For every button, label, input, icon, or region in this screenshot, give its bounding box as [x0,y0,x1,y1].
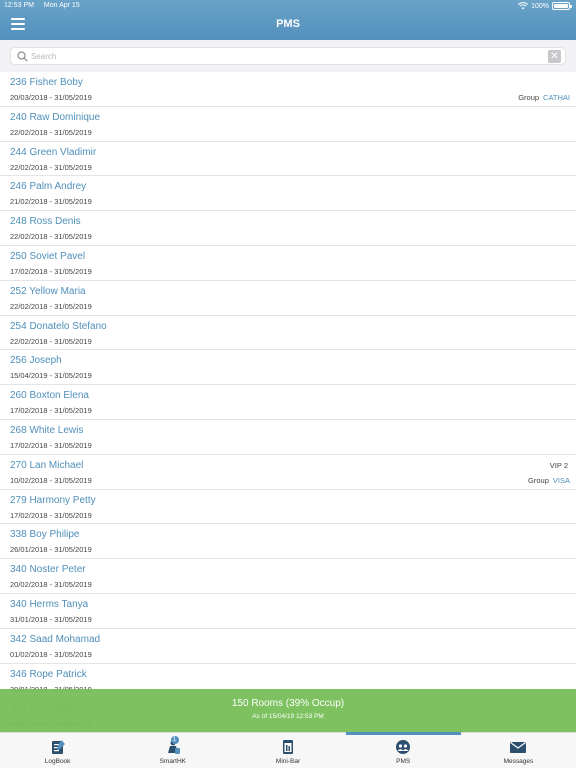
search-icon [17,51,28,62]
tab-label: LogBook [44,758,71,765]
search-field: ✕ [10,47,566,65]
stay-dates: 17/02/2018 - 31/05/2019 [10,510,92,520]
minibar-icon [283,740,293,754]
guest-name: 256 Joseph [10,355,62,367]
tab-messages[interactable]: Messages [461,733,576,768]
room-row[interactable]: 252 Yellow Maria 22/02/2018 - 31/05/2019 [0,281,576,316]
room-row[interactable]: 340 Noster Peter 20/02/2018 - 31/05/2019 [0,559,576,594]
group-label: Group [528,475,549,485]
guest-name: 260 Boxton Elena [10,390,89,402]
notification-badge: 1 [170,736,179,744]
room-row[interactable]: 270 Lan Michael 10/02/2018 - 31/05/2019 V… [0,455,576,490]
status-bar-left: 12:53 PM Mon Apr 15 [4,2,80,9]
stay-dates: 26/01/2018 - 31/05/2019 [10,545,92,555]
room-row[interactable]: 340 Herms Tanya 31/01/2018 - 31/05/2019 [0,594,576,629]
search-input[interactable] [31,49,531,63]
room-row[interactable]: 268 White Lewis 17/02/2018 - 31/05/2019 [0,420,576,455]
logbook-icon [51,740,65,754]
stay-dates: 15/04/2019 - 31/05/2019 [10,371,92,381]
stay-dates: 22/02/2018 - 31/05/2019 [10,301,92,311]
stay-dates: 22/02/2018 - 31/05/2019 [10,127,92,137]
as-of-timestamp: As of 15/04/19 12:53 PM [252,713,324,720]
status-bar-right: 100% [518,2,572,10]
stay-dates: 22/02/2018 - 31/05/2019 [10,162,92,172]
room-row[interactable]: 342 Saad Mohamad 01/02/2018 - 31/05/2019 [0,629,576,664]
guest-name: 246 Palm Andrey [10,181,87,193]
group-value: CATHAI [543,93,570,102]
tab-bar: LogBook 1 SmartHK Mini-Bar PMS Messages [0,732,576,768]
guest-name: 236 Fisher Boby [10,77,83,88]
stay-dates: 20/02/2018 - 31/05/2019 [10,580,92,590]
guest-name: 342 Saad Mohamad [10,633,101,645]
room-row[interactable]: 279 Harmony Petty 17/02/2018 - 31/05/201… [0,490,576,525]
clear-search-icon[interactable]: ✕ [548,50,561,63]
guest-name: 254 Donatelo Stefano [10,320,107,332]
stay-dates: 31/01/2018 - 31/05/2019 [10,614,92,624]
room-row[interactable]: 246 Palm Andrey 21/02/2018 - 31/05/2019 [0,176,576,212]
tab-label: SmartHK [159,758,186,765]
room-row[interactable]: 250 Soviet Pavel 17/02/2018 - 31/05/2019 [0,246,576,281]
stay-dates: 20/03/2018 - 31/05/2019 [10,93,92,102]
guest-name: 240 Raw Dominique [10,111,101,123]
guest-name: 340 Herms Tanya [10,598,89,610]
vip-badge: VIP 2 [549,460,568,470]
battery-percent: 100% [531,2,549,10]
room-row[interactable]: 338 Boy Philipe 26/01/2018 - 31/05/2019 [0,524,576,560]
page-title: PMS [276,18,300,30]
tab-smarthk[interactable]: 1 SmartHK [115,733,230,768]
room-row[interactable]: 236 Fisher Boby 20/03/2018 - 31/05/2019 G… [0,72,576,107]
room-list: 236 Fisher Boby 20/03/2018 - 31/05/2019 G… [0,72,576,732]
guest-name: 340 Noster Peter [10,564,86,576]
guest-name: 250 Soviet Pavel [10,250,86,262]
group-label: Group [518,93,540,102]
tab-pms[interactable]: PMS [345,732,462,768]
stay-dates: 10/02/2018 - 31/05/2019 [10,475,92,485]
stay-dates: 17/02/2018 - 31/05/2019 [10,406,92,416]
group-value: VISA [552,475,570,485]
guest-name: 244 Green Vladimir [10,146,97,158]
navigation-bar: 12:53 PM Mon Apr 15 100% PMS [0,0,576,40]
tab-label: Messages [503,758,534,765]
stay-dates: 17/02/2018 - 31/05/2019 [10,440,92,450]
stay-dates: 01/02/2018 - 31/05/2019 [10,649,92,659]
room-row[interactable]: 256 Joseph 15/04/2019 - 31/05/2019 [0,350,576,386]
stay-dates: 17/02/2018 - 31/05/2019 [10,266,92,276]
room-row[interactable]: 244 Green Vladimir 22/02/2018 - 31/05/20… [0,142,576,177]
guest-name: 268 White Lewis [10,424,84,436]
guest-name: 248 Ross Denis [10,216,81,228]
envelope-icon [510,742,527,753]
guest-name: 279 Harmony Petty [10,494,96,506]
guest-name: 338 Boy Philipe [10,529,80,541]
room-row[interactable]: 260 Boxton Elena 17/02/2018 - 31/05/2019 [0,385,576,420]
tab-label: PMS [396,758,411,765]
status-time: 12:53 PM [4,2,34,9]
search-bar: ✕ [0,40,576,72]
pms-icon [396,740,411,754]
stay-dates: 22/02/2018 - 31/05/2019 [10,232,92,242]
tab-minibar[interactable]: Mini-Bar [230,733,345,768]
group-info: Group CATHAI [518,93,570,102]
room-row[interactable]: 240 Raw Dominique 22/02/2018 - 31/05/201… [0,107,576,142]
status-date: Mon Apr 15 [43,2,80,9]
wifi-icon [518,2,529,10]
occupancy-text: 150 Rooms (39% Occup) [231,698,345,709]
stay-dates: 22/02/2018 - 31/05/2019 [10,336,92,346]
tab-logbook[interactable]: LogBook [0,733,115,768]
group-info: Group VISA [528,476,570,485]
tab-label: Mini-Bar [275,758,301,765]
guest-name: 270 Lan Michael [10,459,84,471]
guest-name: 346 Rope Patrick [10,668,87,680]
stay-dates: 21/02/2018 - 31/05/2019 [10,197,92,207]
room-row[interactable]: 254 Donatelo Stefano 22/02/2018 - 31/05/… [0,316,576,351]
occupancy-summary: 150 Rooms (39% Occup) As of 15/04/19 12:… [0,689,576,732]
room-row[interactable]: 248 Ross Denis 22/02/2018 - 31/05/2019 [0,211,576,246]
battery-icon [552,2,572,10]
guest-name: 252 Yellow Maria [10,285,86,297]
